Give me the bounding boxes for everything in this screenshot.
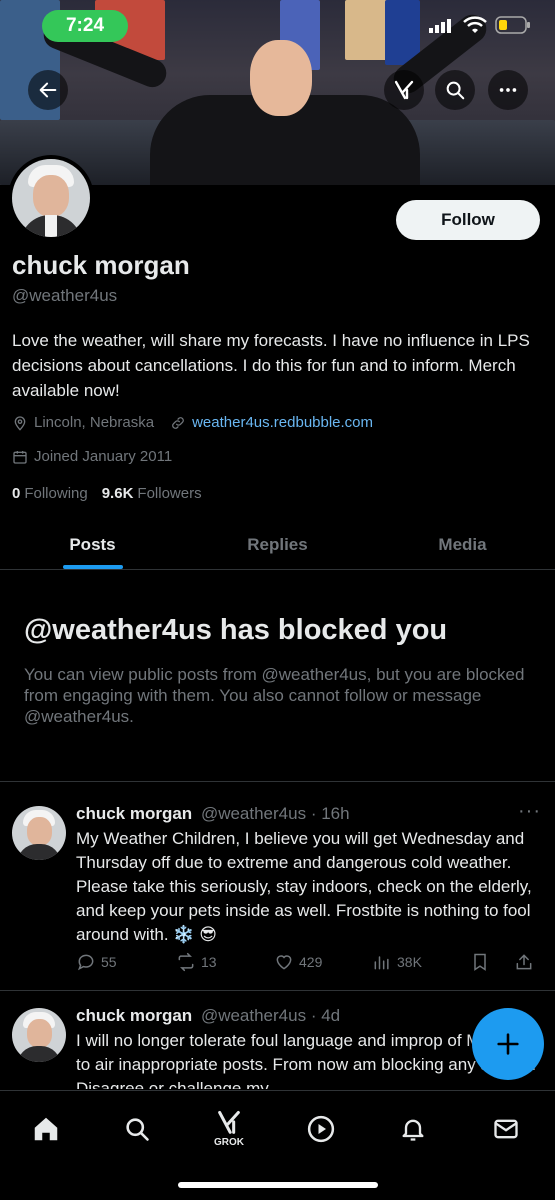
like-button[interactable]: 429	[274, 952, 372, 972]
tab-replies[interactable]: Replies	[185, 520, 370, 569]
post-header: chuck morgan @weather4us · 16h	[76, 804, 350, 824]
back-button[interactable]	[28, 70, 68, 110]
wifi-icon	[463, 16, 487, 33]
website-link[interactable]: weather4us.redbubble.com	[192, 414, 373, 431]
repost-count: 13	[201, 954, 217, 970]
following-label: Following	[24, 485, 88, 502]
reply-count: 55	[101, 954, 117, 970]
calendar-icon	[13, 450, 27, 464]
nav-home[interactable]	[26, 1109, 66, 1149]
following-link[interactable]: 0 Following	[12, 485, 88, 502]
post-avatar[interactable]	[12, 806, 66, 860]
post-header: chuck morgan @weather4us · 4d	[76, 1006, 340, 1026]
play-icon	[307, 1115, 335, 1143]
status-time: 7:24	[42, 10, 128, 42]
signal-icon	[429, 19, 451, 33]
nav-grok[interactable]: GROK	[209, 1103, 249, 1153]
views-button[interactable]: 38K	[372, 952, 470, 972]
nav-video[interactable]	[301, 1109, 341, 1149]
banner-person-face	[250, 40, 312, 116]
post-handle: @weather4us	[200, 1006, 307, 1025]
search-button[interactable]	[435, 70, 475, 110]
tab-posts[interactable]: Posts	[0, 520, 185, 569]
post-text: I will no longer tolerate foul language …	[76, 1031, 537, 1089]
profile-banner[interactable]: 7:24	[0, 0, 555, 185]
post-time: · 4d	[310, 1006, 341, 1025]
bell-icon	[402, 1119, 424, 1141]
divider	[0, 990, 555, 991]
follow-button[interactable]: Follow	[396, 200, 540, 240]
nav-messages[interactable]	[486, 1109, 526, 1149]
post-handle: @weather4us	[200, 804, 307, 823]
joined-row: Joined January 2011	[12, 448, 172, 465]
grok-button[interactable]	[384, 70, 424, 110]
link-icon	[172, 416, 184, 429]
like-icon	[276, 955, 292, 970]
blocked-text: You can view public posts from @weather4…	[24, 665, 525, 726]
back-arrow-icon	[39, 82, 57, 98]
nav-notifications[interactable]	[393, 1109, 433, 1149]
nav-search[interactable]	[117, 1109, 157, 1149]
more-button[interactable]	[488, 70, 528, 110]
more-icon	[499, 88, 517, 92]
grok-label: GROK	[214, 1136, 244, 1148]
grok-icon	[218, 1110, 240, 1134]
home-icon	[34, 1117, 58, 1141]
display-name: chuck morgan	[12, 250, 190, 280]
location: Lincoln, Nebraska	[34, 414, 155, 431]
battery-icon	[495, 16, 530, 34]
avatar	[12, 159, 90, 237]
handle: @weather4us	[12, 286, 118, 305]
bio: Love the weather, will share my forecast…	[12, 331, 530, 400]
compose-button[interactable]	[472, 1008, 544, 1080]
post-time: · 16h	[310, 804, 350, 823]
compose-icon	[497, 1033, 519, 1055]
profile-tabs: Posts Replies Media	[0, 520, 555, 570]
status-icons	[429, 16, 531, 34]
post-text: My Weather Children, I believe you will …	[76, 829, 532, 944]
repost-button[interactable]: 13	[176, 952, 274, 972]
post-more-button[interactable]: ···	[518, 800, 541, 823]
location-icon	[14, 415, 26, 431]
following-count: 0	[12, 485, 21, 502]
divider	[0, 781, 555, 782]
repost-icon	[178, 952, 194, 972]
follow-stats: 0 Following 9.6K Followers	[12, 485, 202, 502]
post-avatar[interactable]	[12, 1008, 66, 1062]
followers-count: 9.6K	[101, 485, 134, 502]
profile-avatar[interactable]	[8, 155, 94, 241]
followers-link[interactable]: 9.6K Followers	[102, 485, 202, 502]
post-author[interactable]: chuck morgan	[76, 1006, 192, 1025]
like-count: 429	[299, 954, 323, 970]
tab-media[interactable]: Media	[370, 520, 555, 569]
bookmark-button[interactable]	[470, 952, 514, 972]
share-button[interactable]	[514, 952, 544, 972]
bookmark-icon	[474, 953, 486, 971]
home-indicator	[178, 1182, 378, 1188]
views-count: 38K	[397, 954, 422, 970]
search-icon	[446, 81, 465, 100]
grok-icon	[394, 80, 414, 100]
followers-label: Followers	[137, 485, 202, 502]
views-icon	[374, 956, 389, 970]
reply-icon	[77, 954, 94, 971]
joined-date: Joined January 2011	[34, 448, 173, 465]
post-author[interactable]: chuck morgan	[76, 804, 192, 823]
profile-meta-row: Lincoln, Nebraska weather4us.redbubble.c…	[12, 414, 373, 431]
share-icon	[516, 954, 532, 970]
post-actions: 55 13 429 38K	[76, 952, 546, 972]
search-icon	[126, 1118, 149, 1141]
blocked-title: @weather4us has blocked you	[24, 614, 448, 646]
mail-icon	[494, 1119, 518, 1139]
reply-button[interactable]: 55	[76, 952, 176, 972]
